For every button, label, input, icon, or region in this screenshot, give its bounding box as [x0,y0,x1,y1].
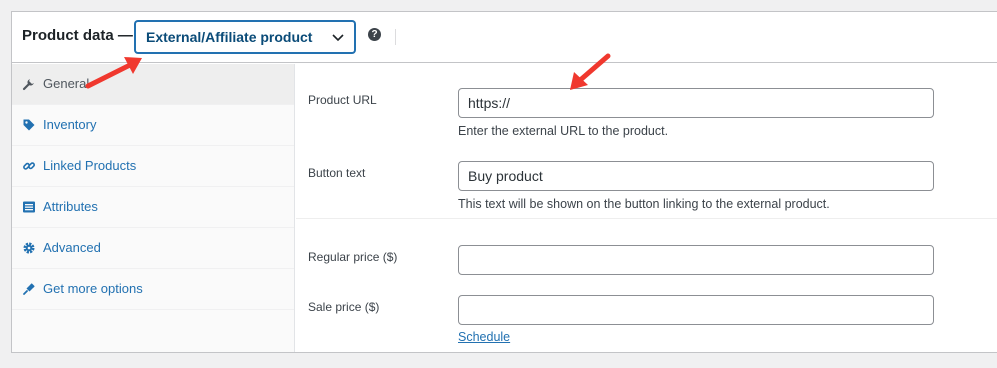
regular-price-input[interactable] [458,245,934,275]
tab-label: Linked Products [43,158,137,173]
product-type-select[interactable]: External/Affiliate product [135,21,355,53]
regular-price-label: Regular price ($) [308,250,398,264]
product-data-tabs: General Inventory Linked Products Attrib… [12,64,295,352]
tab-linked-products[interactable]: Linked Products [12,146,294,187]
button-text-label: Button text [308,166,366,180]
button-text-input[interactable]: Buy product [458,161,934,191]
plugin-icon [23,283,35,295]
product-url-label: Product URL [308,93,377,107]
tab-label: General [43,76,90,91]
schedule-link[interactable]: Schedule [458,330,510,344]
product-url-input[interactable]: https:// [458,88,934,118]
header-divider [395,29,396,45]
product-url-value: https:// [468,95,511,111]
help-icon[interactable]: ? [368,28,381,41]
button-text-value: Buy product [468,168,543,184]
link-icon [23,162,35,170]
section-divider [296,218,997,219]
panel-header: Product data — External/Affiliate produc… [12,12,997,63]
tag-icon [23,119,35,131]
tab-general[interactable]: General [12,64,294,105]
tab-label: Get more options [43,281,143,296]
wrench-icon [22,79,34,91]
button-text-description: This text will be shown on the button li… [458,197,830,211]
product-type-value: External/Affiliate product [146,29,313,45]
tab-inventory[interactable]: Inventory [12,105,294,146]
tab-label: Attributes [43,199,98,214]
sale-price-label: Sale price ($) [308,300,380,314]
product-url-description: Enter the external URL to the product. [458,124,669,138]
tab-label: Advanced [43,240,101,255]
tab-label: Inventory [43,117,97,132]
sale-price-input[interactable] [458,295,934,325]
general-tab-content: Product URL https:// Enter the external … [296,64,997,352]
tab-advanced[interactable]: Advanced [12,228,294,269]
tab-get-more-options[interactable]: Get more options [12,269,294,310]
gear-icon [23,242,35,254]
list-icon [23,201,35,213]
product-data-panel: Product data — External/Affiliate produc… [11,11,997,353]
tab-attributes[interactable]: Attributes [12,187,294,228]
chevron-down-icon [332,34,344,42]
panel-title: Product data — [22,27,133,44]
